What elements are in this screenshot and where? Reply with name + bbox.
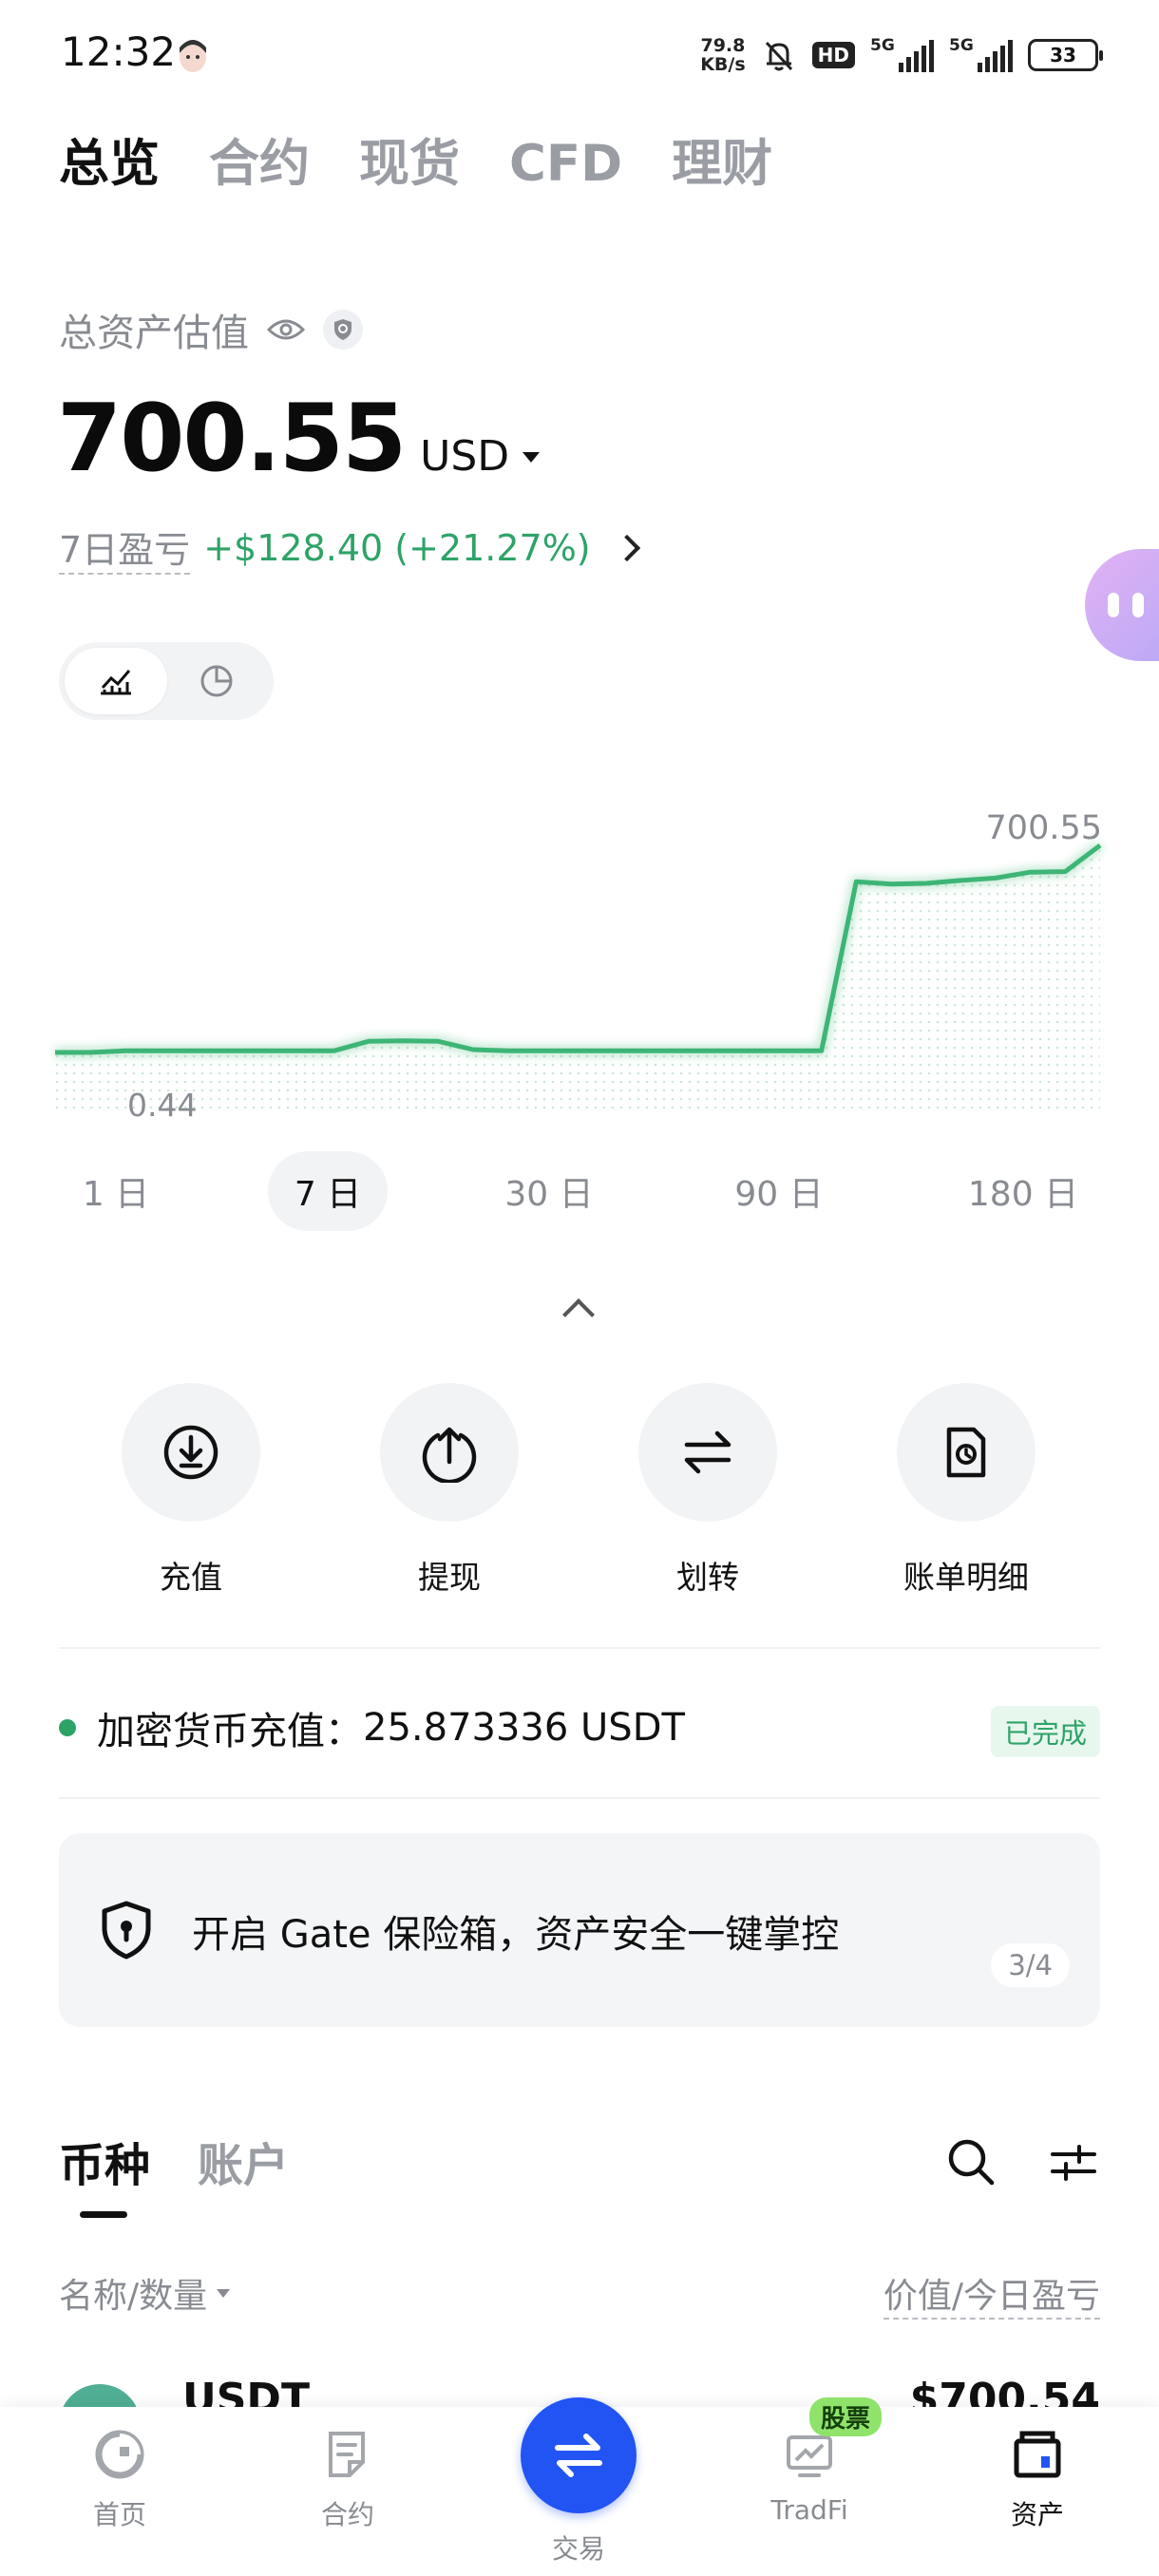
line-chart-toggle[interactable]	[65, 648, 167, 714]
filter-icon[interactable]	[1047, 2135, 1100, 2188]
signal-icon-2: 5G	[949, 36, 1013, 72]
status-dot	[59, 1719, 76, 1736]
banner-text: 开启 Gate 保险箱，资产安全一键掌控	[192, 1913, 840, 1957]
total-asset-label: 总资产估值	[59, 312, 249, 355]
net-speed: 79.8 KB/s	[700, 35, 746, 75]
shield-icon	[102, 1901, 151, 1960]
period-30d[interactable]: 30 日	[490, 1151, 608, 1231]
pie-chart-icon	[200, 665, 233, 697]
nav-futures[interactable]: 合约	[272, 2428, 424, 2532]
top-tabs: 总览 合约 现货 CFD 理财	[59, 133, 772, 196]
nav-assets[interactable]: 资产	[961, 2428, 1113, 2532]
notice-label: 加密货币充值：	[97, 1710, 363, 1753]
transfer-button[interactable]: 划转	[618, 1383, 798, 1598]
caret-down-icon	[217, 2288, 231, 2298]
assistant-bubble[interactable]	[1085, 549, 1159, 661]
tab-coins[interactable]: 币种	[59, 2128, 150, 2218]
period-1d[interactable]: 1 日	[59, 1151, 173, 1231]
tab-accounts[interactable]: 账户	[198, 2128, 289, 2194]
pnl-label: 7日盈亏	[59, 521, 191, 575]
deposit-button[interactable]: 充值	[101, 1383, 281, 1598]
period-90d[interactable]: 90 日	[718, 1151, 840, 1231]
chart-type-toggle	[59, 642, 274, 720]
home-icon	[95, 2430, 144, 2479]
transfer-icon	[684, 1430, 732, 1474]
pnl-row[interactable]: 7日盈亏 +$128.40 (+21.27%)	[59, 521, 640, 575]
status-time: 12:32	[61, 28, 177, 75]
pnl-value: +$128.40 (+21.27%)	[203, 526, 591, 569]
divider	[59, 1647, 1100, 1649]
tab-cfd[interactable]: CFD	[509, 133, 622, 196]
asset-chart-svg	[55, 842, 1104, 1111]
nav-trade[interactable]	[521, 2397, 636, 2513]
hd-badge: HD	[811, 42, 855, 68]
status-indicators: 79.8 KB/s HD 5G 5G 33	[700, 32, 1103, 78]
tab-futures[interactable]: 合约	[209, 133, 310, 196]
withdraw-button[interactable]: 提现	[359, 1383, 540, 1598]
period-180d[interactable]: 180 日	[954, 1151, 1092, 1231]
list-header: 名称/数量 价值/今日盈亏	[59, 2268, 1100, 2320]
bill-label: 账单明细	[903, 1559, 1029, 1596]
divider	[59, 1797, 1100, 1799]
tab-earn[interactable]: 理财	[672, 133, 772, 196]
asset-value-row: 700.55 USD	[57, 385, 541, 493]
stock-badge: 股票	[809, 2397, 883, 2436]
status-badge: 已完成	[990, 1706, 1100, 1757]
sort-name-qty[interactable]: 名称/数量	[59, 2268, 231, 2318]
battery-icon: 33	[1028, 39, 1103, 71]
withdraw-icon	[422, 1427, 477, 1483]
bill-icon	[946, 1427, 986, 1478]
wallet-icon	[1014, 2431, 1061, 2478]
signal-icon: 5G	[870, 36, 934, 72]
period-7d[interactable]: 7 日	[268, 1151, 388, 1231]
chart-min-label: 0.44	[127, 1087, 198, 1124]
collapse-chevron-icon[interactable]	[562, 1298, 595, 1331]
search-icon[interactable]	[944, 2135, 998, 2188]
bill-button[interactable]: 账单明细	[876, 1383, 1056, 1598]
line-chart-icon	[101, 670, 131, 695]
asset-label-row: 总资产估值	[59, 302, 363, 357]
pie-chart-toggle[interactable]	[165, 648, 268, 714]
bottom-nav: 首页 合约 交易 TradFi 股票 资产	[0, 2397, 1159, 2576]
nav-tradfi[interactable]: TradFi	[733, 2428, 885, 2526]
currency-selector[interactable]: USD	[420, 432, 509, 481]
chart-max-label: 700.55	[985, 809, 1102, 847]
shield-icon[interactable]	[323, 310, 363, 350]
section-tabs: 币种 账户	[59, 2128, 289, 2218]
total-asset-value: 700.55	[57, 385, 407, 493]
bell-mute-icon	[765, 41, 792, 71]
deposit-label: 充值	[160, 1559, 222, 1596]
withdraw-label: 提现	[418, 1559, 481, 1596]
avatar-icon	[180, 40, 206, 72]
notice-amount: 25.873336 USDT	[363, 1706, 685, 1750]
tab-spot[interactable]: 现货	[359, 133, 460, 196]
chevron-right-icon[interactable]	[613, 534, 640, 561]
nav-trade-label: 交易	[551, 2533, 605, 2565]
value-pnl-header[interactable]: 价值/今日盈亏	[883, 2268, 1100, 2320]
caret-down-icon[interactable]	[522, 452, 541, 463]
deposit-icon	[163, 1425, 218, 1480]
nav-home[interactable]: 首页	[44, 2428, 196, 2532]
transfer-label: 划转	[676, 1559, 739, 1596]
banner-pager: 3/4	[991, 1943, 1070, 1987]
asset-chart	[38, 798, 1121, 1121]
tab-overview[interactable]: 总览	[59, 133, 160, 196]
safe-box-banner[interactable]: 开启 Gate 保险箱，资产安全一键掌控 3/4	[59, 1833, 1100, 2027]
deposit-notice[interactable]: 加密货币充值： 25.873336 USDT 已完成	[59, 1696, 1100, 1759]
status-bar: 12:32 79.8 KB/s HD 5G 5G 33	[0, 0, 1159, 104]
swap-icon	[555, 2434, 602, 2477]
eye-icon[interactable]	[266, 315, 306, 344]
futures-icon	[329, 2432, 365, 2477]
